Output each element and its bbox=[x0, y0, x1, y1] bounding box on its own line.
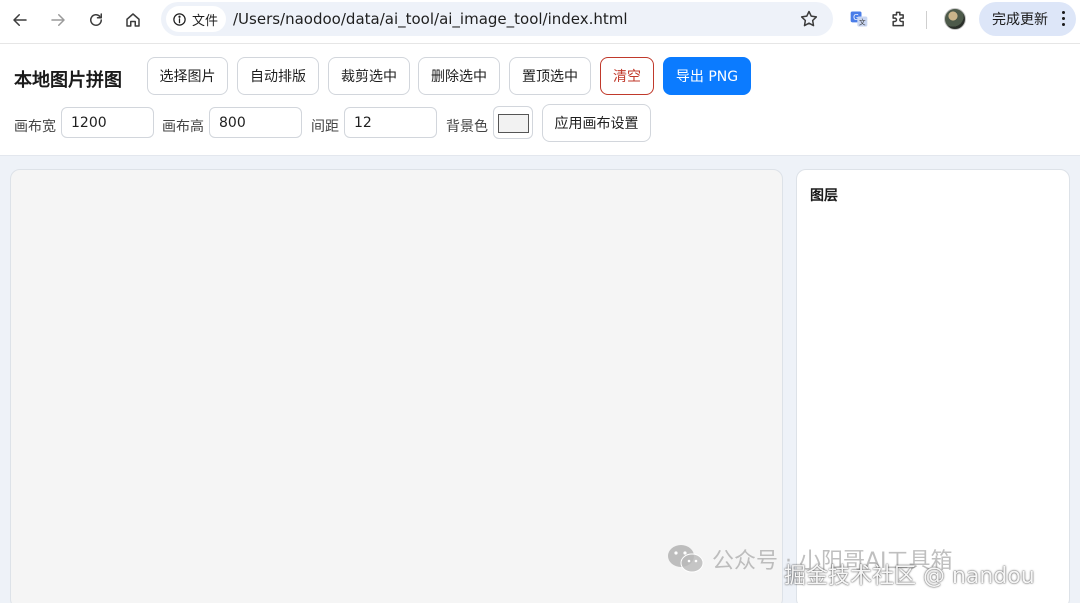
crop-selected-button[interactable]: 裁剪选中 bbox=[328, 57, 410, 95]
translate-icon[interactable]: G文 bbox=[848, 8, 870, 30]
canvas-height-label: 画布高 bbox=[162, 119, 204, 135]
canvas-width-label: 画布宽 bbox=[14, 119, 56, 135]
export-png-button[interactable]: 导出 PNG bbox=[663, 57, 751, 95]
app-title: 本地图片拼图 bbox=[14, 70, 122, 91]
canvas-area[interactable] bbox=[10, 169, 783, 603]
clear-button[interactable]: 清空 bbox=[600, 57, 654, 95]
forward-arrow-icon[interactable] bbox=[44, 6, 72, 34]
more-vertical-icon bbox=[1062, 11, 1066, 29]
app-toolbar: 本地图片拼图 选择图片 自动排版 裁剪选中 删除选中 置顶选中 清空 导出 PN… bbox=[0, 45, 1080, 156]
gap-input[interactable] bbox=[344, 107, 437, 138]
profile-avatar[interactable] bbox=[944, 8, 966, 30]
url-text[interactable]: /Users/naodoo/data/ai_tool/ai_image_tool… bbox=[233, 10, 628, 28]
apply-canvas-settings-button[interactable]: 应用画布设置 bbox=[542, 104, 651, 142]
update-button[interactable]: 完成更新 bbox=[979, 2, 1076, 36]
background-color-picker[interactable] bbox=[493, 106, 533, 139]
delete-selected-button[interactable]: 删除选中 bbox=[418, 57, 500, 95]
layers-title: 图层 bbox=[810, 188, 838, 204]
canvas-width-input[interactable] bbox=[61, 107, 154, 138]
svg-text:文: 文 bbox=[859, 17, 866, 26]
browser-toolbar: 文件 /Users/naodoo/data/ai_tool/ai_image_t… bbox=[0, 0, 1080, 44]
layers-panel: 图层 bbox=[796, 169, 1070, 603]
watermark-line-2: 掘金技术社区 @ nandou bbox=[784, 564, 1035, 589]
site-chip-label: 文件 bbox=[192, 13, 219, 29]
address-bar[interactable]: 文件 /Users/naodoo/data/ai_tool/ai_image_t… bbox=[161, 2, 833, 36]
info-icon bbox=[173, 12, 186, 26]
bookmark-star-icon[interactable] bbox=[799, 9, 819, 29]
site-info-chip[interactable]: 文件 bbox=[166, 6, 227, 32]
work-area: 图层 bbox=[0, 156, 1080, 603]
toolbar-divider bbox=[926, 11, 927, 29]
select-images-button[interactable]: 选择图片 bbox=[147, 57, 228, 95]
auto-layout-button[interactable]: 自动排版 bbox=[237, 57, 319, 95]
bring-to-top-button[interactable]: 置顶选中 bbox=[509, 57, 591, 95]
watermark: 公众号 · 小阳哥AI工具箱 掘金技术社区 @ nandou bbox=[666, 540, 1066, 600]
home-icon[interactable] bbox=[119, 6, 147, 34]
canvas-height-input[interactable] bbox=[209, 107, 302, 138]
reload-icon[interactable] bbox=[82, 6, 110, 34]
wechat-logo-icon bbox=[668, 545, 704, 573]
gap-label: 间距 bbox=[311, 119, 339, 135]
update-label: 完成更新 bbox=[992, 12, 1048, 28]
background-color-swatch bbox=[498, 114, 529, 133]
extensions-icon[interactable] bbox=[888, 8, 910, 30]
back-arrow-icon[interactable] bbox=[6, 6, 34, 34]
background-color-label: 背景色 bbox=[446, 119, 488, 135]
